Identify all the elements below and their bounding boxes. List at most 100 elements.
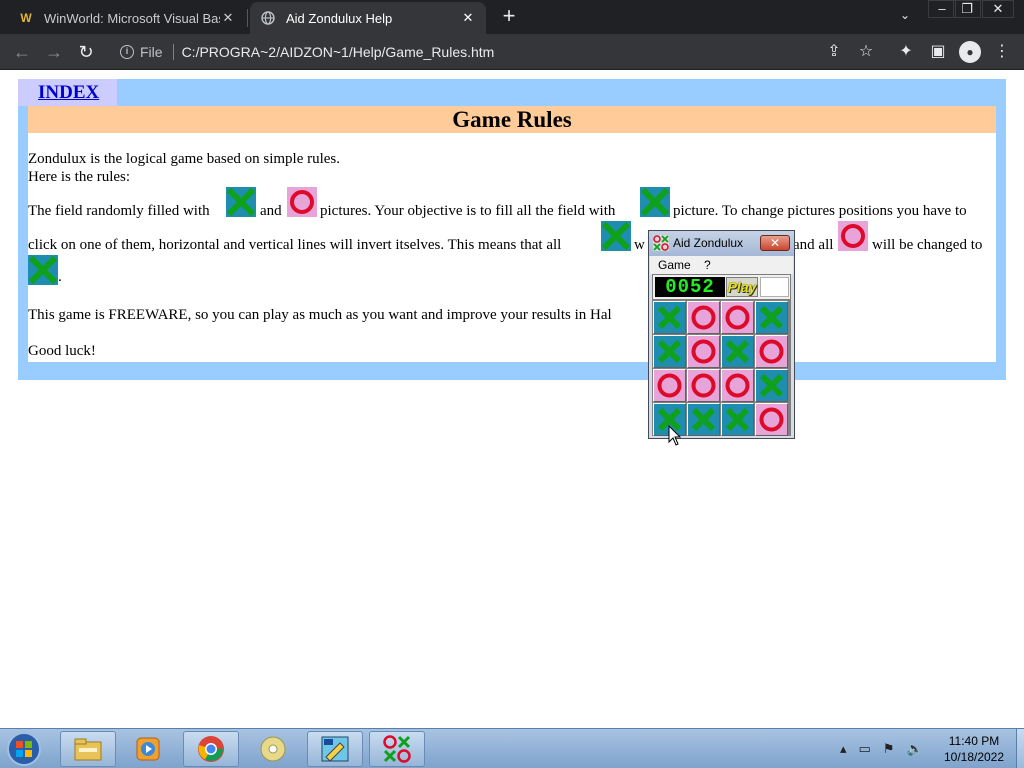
rules-text: click on one of them, horizontal and ver… bbox=[28, 237, 562, 253]
url-divider bbox=[172, 44, 174, 60]
o-tile-icon bbox=[287, 187, 317, 217]
board-cell-o[interactable] bbox=[721, 369, 754, 402]
menu-game[interactable]: Game bbox=[658, 258, 691, 272]
window-restore-button[interactable]: ❐ bbox=[953, 0, 981, 18]
mouse-cursor-icon bbox=[668, 425, 682, 446]
kebab-menu-icon[interactable]: ⋮ bbox=[992, 42, 1012, 62]
board-cell-x[interactable] bbox=[755, 369, 788, 402]
title-bar: Game Rules bbox=[28, 106, 996, 133]
tab-close-icon[interactable]: ✕ bbox=[220, 10, 236, 26]
x-mark-icon bbox=[654, 302, 685, 333]
board-cell-x[interactable] bbox=[721, 335, 754, 368]
x-tile-icon bbox=[640, 187, 670, 217]
zondulux-app-icon bbox=[653, 235, 669, 251]
o-mark-icon bbox=[756, 404, 787, 435]
side-panel-icon[interactable]: ▣ bbox=[928, 42, 948, 62]
tab-aid-zondulux-help[interactable]: Aid Zondulux Help ✕ bbox=[250, 2, 486, 34]
o-mark-icon bbox=[688, 370, 719, 401]
profile-avatar-icon[interactable]: ● bbox=[959, 41, 981, 63]
clock-time: 11:40 PM bbox=[948, 734, 1000, 748]
window-minimize-button[interactable]: – bbox=[928, 0, 956, 18]
system-tray: ▴ ▭ ⚑ 🔈 bbox=[840, 741, 923, 757]
board-cell-x[interactable] bbox=[721, 403, 754, 436]
scheme-label: File bbox=[140, 44, 163, 60]
x-mark-icon bbox=[654, 336, 685, 367]
zondulux-taskbar-icon[interactable] bbox=[369, 731, 425, 767]
intro-line: Zondulux is the logical game based on si… bbox=[28, 151, 341, 167]
extensions-puzzle-icon[interactable]: ✦ bbox=[896, 42, 916, 62]
menu-help[interactable]: ? bbox=[704, 258, 711, 272]
board-cell-o[interactable] bbox=[755, 403, 788, 436]
game-menu-bar: Game ? bbox=[650, 256, 793, 274]
page-title: Game Rules bbox=[452, 107, 572, 132]
rules-content: Zondulux is the logical game based on si… bbox=[28, 133, 996, 362]
board-cell-o[interactable] bbox=[687, 335, 720, 368]
o-tile-icon bbox=[838, 221, 868, 251]
x-mark-icon bbox=[756, 370, 787, 401]
url-text[interactable]: C:/PROGRA~2/AIDZON~1/Help/Game_Rules.htm bbox=[182, 44, 495, 60]
board-cell-x[interactable] bbox=[653, 301, 686, 334]
o-mark-icon bbox=[722, 302, 753, 333]
x-mark-icon bbox=[756, 302, 787, 333]
index-tab: INDEX bbox=[18, 79, 117, 106]
new-tab-button[interactable]: + bbox=[498, 5, 520, 29]
tab-search-chevron-icon[interactable]: ⌄ bbox=[896, 8, 914, 26]
dvd-drive-taskbar-icon[interactable] bbox=[245, 731, 301, 767]
board-cell-x[interactable] bbox=[755, 301, 788, 334]
x-tile-icon bbox=[226, 187, 256, 217]
board-cell-o[interactable] bbox=[755, 335, 788, 368]
visual-basic-taskbar-icon[interactable] bbox=[307, 731, 363, 767]
board-cell-x[interactable] bbox=[653, 335, 686, 368]
back-arrow-icon[interactable]: ← bbox=[10, 40, 34, 64]
board-cell-x[interactable] bbox=[687, 403, 720, 436]
rules-text: and bbox=[260, 203, 282, 219]
action-center-flag-icon[interactable]: ⚑ bbox=[883, 741, 895, 757]
share-icon[interactable]: ⇪ bbox=[824, 42, 844, 62]
rules-text: picture. To change pictures positions yo… bbox=[673, 203, 967, 219]
network-icon[interactable]: ▭ bbox=[859, 741, 871, 757]
address-bar[interactable]: i File C:/PROGRA~2/AIDZON~1/Help/Game_Ru… bbox=[108, 37, 888, 67]
o-mark-icon bbox=[654, 370, 685, 401]
tab-strip: W WinWorld: Microsoft Visual Basic ✕ Aid… bbox=[0, 0, 1024, 34]
system-clock[interactable]: 11:40 PM 10/18/2022 bbox=[936, 733, 1012, 765]
tab-close-icon[interactable]: ✕ bbox=[460, 10, 476, 26]
bookmark-star-icon[interactable]: ☆ bbox=[856, 42, 876, 62]
board-cell-o[interactable] bbox=[653, 369, 686, 402]
board-cell-o[interactable] bbox=[687, 301, 720, 334]
x-tile-icon bbox=[28, 255, 58, 285]
info-icon[interactable]: i bbox=[120, 45, 134, 59]
media-player-taskbar-icon[interactable] bbox=[120, 731, 176, 767]
rules-text: w bbox=[634, 237, 645, 253]
help-page-frame: INDEX Game Rules Zondulux is the logical… bbox=[18, 79, 1006, 380]
o-mark-icon bbox=[722, 370, 753, 401]
aid-zondulux-window[interactable]: Aid Zondulux ✕ Game ? 0052 Play bbox=[648, 230, 795, 439]
x-mark-icon bbox=[722, 336, 753, 367]
o-mark-icon bbox=[756, 336, 787, 367]
show-hidden-icons-icon[interactable]: ▴ bbox=[840, 741, 847, 757]
window-close-button[interactable]: ✕ bbox=[982, 0, 1014, 18]
chrome-taskbar-icon[interactable] bbox=[183, 731, 239, 767]
game-title-bar[interactable]: Aid Zondulux ✕ bbox=[649, 231, 794, 256]
move-counter-display: 0052 bbox=[655, 277, 725, 297]
browser-toolbar: ← → ↻ i File C:/PROGRA~2/AIDZON~1/Help/G… bbox=[0, 34, 1024, 70]
status-panel bbox=[760, 277, 789, 297]
good-luck-line: Good luck! bbox=[28, 343, 96, 359]
play-button[interactable]: Play bbox=[726, 277, 758, 297]
rules-text: pictures. Your objective is to fill all … bbox=[320, 203, 616, 219]
index-link[interactable]: INDEX bbox=[38, 82, 99, 104]
explorer-taskbar-icon[interactable] bbox=[60, 731, 116, 767]
tab-winworld[interactable]: W WinWorld: Microsoft Visual Basic ✕ bbox=[8, 2, 246, 34]
winworld-favicon-icon: W bbox=[20, 11, 32, 25]
board-cell-o[interactable] bbox=[721, 301, 754, 334]
volume-icon[interactable]: 🔈 bbox=[906, 741, 922, 757]
start-button[interactable] bbox=[6, 731, 46, 767]
x-tile-icon bbox=[601, 221, 631, 251]
game-close-button[interactable]: ✕ bbox=[760, 235, 790, 251]
rules-text: will be changed to bbox=[872, 237, 983, 253]
freeware-line: This game is FREEWARE, so you can play a… bbox=[28, 307, 612, 323]
forward-arrow-icon[interactable]: → bbox=[42, 40, 66, 64]
board-cell-o[interactable] bbox=[687, 369, 720, 402]
reload-icon[interactable]: ↻ bbox=[74, 40, 98, 64]
windows-taskbar: ▴ ▭ ⚑ 🔈 11:40 PM 10/18/2022 bbox=[0, 728, 1024, 768]
show-desktop-button[interactable] bbox=[1016, 729, 1024, 768]
